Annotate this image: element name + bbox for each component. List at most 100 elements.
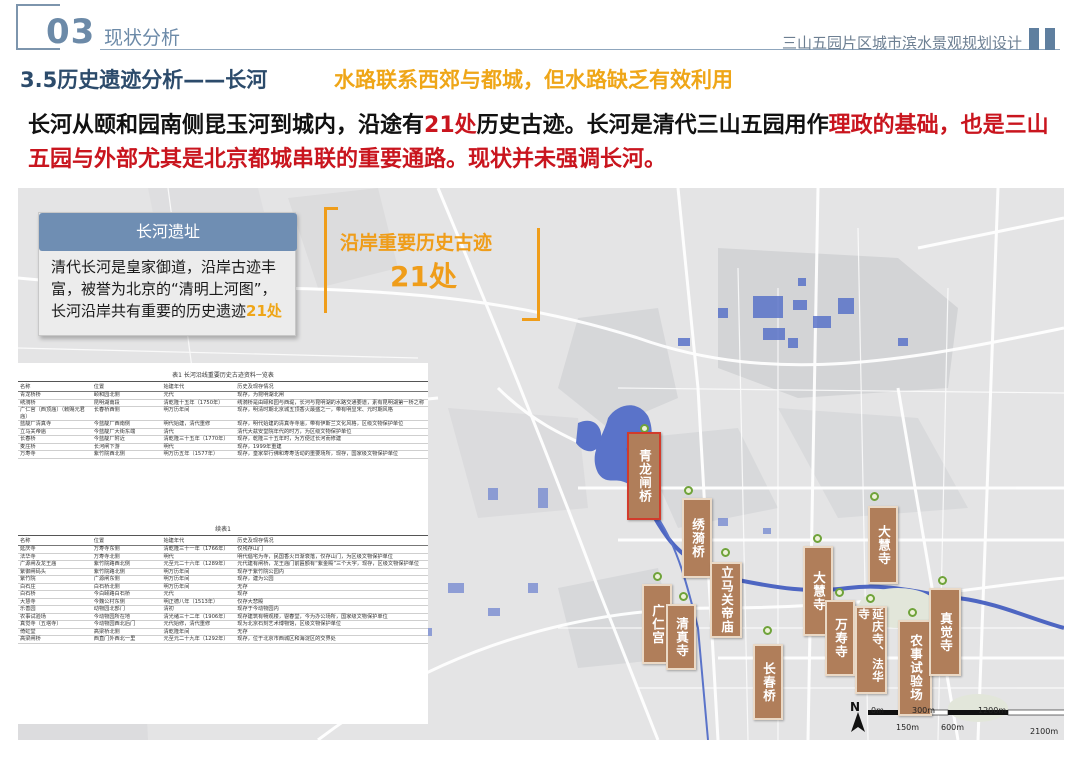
intro-text: 长河从颐和园南侧昆玉河到城内，沿途有: [28, 113, 425, 138]
site-label[interactable]: 青龙闸桥: [627, 432, 661, 520]
callout-bracket-left: [324, 207, 338, 313]
site-label-text: 农事试验场: [908, 634, 923, 702]
scale-label: 300m: [912, 706, 936, 715]
table-cell: 麦庄桥: [18, 443, 92, 451]
table-cell: 明代倡宅为寺，民国香火日渐衰落，仅存山门，为区级文物保护单位: [235, 553, 428, 561]
table-cell: 乐善园: [18, 605, 92, 614]
scale-label: 0m: [871, 706, 884, 715]
site-label-text: 真觉寺: [938, 611, 953, 653]
table-2: 续表1 名称 位置 始建年代 历史及现存情况 延庆寺 万寿寺东侧 清乾隆三十一年（1…: [18, 519, 428, 724]
table-header: 历史及现存情况: [235, 535, 428, 546]
table-cell: 绣漪桥: [18, 399, 92, 407]
table-cell: 清代: [161, 428, 236, 436]
table-cell: 现存，为昆明湖北闸: [235, 391, 428, 400]
site-label[interactable]: 真觉寺: [929, 588, 961, 676]
table-cell: 立马关帝庙: [18, 428, 92, 436]
table-cell: 明代: [161, 553, 236, 561]
table-row: 大慧寺 今魏公村东侧 明正德八年（1513年） 仅存大悲殿: [18, 598, 428, 606]
table-cell: 农事试验场: [18, 613, 92, 621]
table-cell: 动物园北部门: [91, 605, 162, 614]
site-label[interactable]: 绣漪桥: [682, 498, 712, 578]
table-row: 广仁宫（西顶庙）（敕赐元君庙） 长春桥西侧 明万历年间 现存，明清时期北京城五顶香火最…: [18, 406, 428, 421]
site-label-text: 万寿寺: [833, 617, 848, 659]
header-bar-decoration: [1029, 28, 1039, 50]
table-cell: 今白颐路白石桥: [91, 590, 162, 599]
table-cell: 青龙桥桥: [18, 391, 92, 400]
site-label-text: 清真寺: [674, 616, 689, 658]
table-cell: 清初: [161, 605, 236, 614]
site-label[interactable]: 立马关帝庙: [710, 562, 742, 638]
page-subtitle: 水路联系西郊与都城，但水路缺乏有效利用: [334, 68, 733, 92]
table-header: 历史及现存情况: [235, 381, 428, 392]
table-row: 蓝靛厂清真寺 今蓝靛厂西南侧 明代始建，清代重修 现存，明代始建的清真寺寺庙，带有伊斯…: [18, 420, 428, 429]
site-label-text: 长春桥: [761, 661, 776, 703]
table-row: 绣漪桥 昆明湖南段 清乾隆十五年（1750年） 绣漪桥是由颐和园与西堤，长河与昆明湖的…: [18, 399, 428, 407]
table-cell: 今蓝靛厂西南侧: [91, 420, 162, 429]
site-label-text: 广仁宫: [650, 603, 665, 645]
table-cell: 现存于今动物园内: [235, 605, 428, 614]
table-header: 始建年代: [161, 381, 236, 392]
site-label[interactable]: 清真寺: [666, 604, 696, 670]
table-row: 立马关帝庙 今蓝靛厂大街东端 清代 清代大兹安堂院年代的时方，为区级文物保护单位: [18, 428, 428, 436]
compass-arrow-icon: [851, 712, 865, 732]
table-cell: 明代始建，清代重修: [161, 420, 236, 429]
table-cell: 现存，1999年重建: [235, 443, 428, 451]
table-cell: 元代始修，清代重修: [161, 620, 236, 629]
table-cell: 昆明湖南段: [91, 399, 162, 407]
site-label[interactable]: 延庆寺、法华寺: [855, 606, 887, 694]
table-cell: 元代: [161, 391, 236, 400]
table-cell: 白石桥北侧: [91, 583, 162, 591]
table-row: 农事试验场 今动物园所在地 清光绪三十二年（1906年） 现存建筑有畅观楼，鬯春堂，今…: [18, 613, 428, 621]
site-marker-dot: [938, 576, 947, 585]
table-2-caption: 续表1: [215, 526, 231, 533]
table-cell: 清乾隆年间: [161, 628, 236, 636]
site-label[interactable]: 农事试验场: [898, 620, 932, 716]
table-cell: 今魏公村东侧: [91, 598, 162, 606]
site-label[interactable]: 万寿寺: [825, 600, 855, 676]
table-row: 紫御闸码头 紫竹院路北侧 明万历年间 现存于紫竹院公园内: [18, 568, 428, 576]
table-cell: 紫竹院西北侧: [91, 450, 162, 459]
table-cell: 现存，皇家举行佛和寿寿活动的重要场所，现存，国家级文物保护单位: [235, 450, 428, 459]
site-label[interactable]: 长春桥: [753, 644, 783, 720]
section-number: 03: [46, 12, 96, 52]
table-cell: 现为北京石刻艺术博物馆，区级文物保护单位: [235, 620, 428, 629]
table-cell: 清乾隆十五年（1750年）: [161, 399, 236, 407]
callout-bracket-right: [522, 228, 540, 321]
table-row: 高梁闸桥 西直门外西北一里 元至元二十九年（1292年） 现存，位于北京市西城区和海淀…: [18, 635, 428, 644]
table-row: 长春桥 今蓝靛厂附近 清乾隆三十五年（1770年） 现存，乾隆三十五年时，为方便过长河…: [18, 435, 428, 444]
table-cell: 今动物园所在地: [91, 613, 162, 621]
table-cell: 蓝靛厂清真寺: [18, 420, 92, 429]
info-card-title: 长河遗址: [39, 213, 297, 251]
table-cell: 清代大兹安堂院年代的时方，为区级文物保护单位: [235, 428, 428, 436]
table-cell: 广源闸东侧: [91, 575, 162, 584]
project-title: 三山五园片区城市滨水景观规划设计: [781, 34, 1022, 52]
table-cell: 延庆寺: [18, 545, 92, 554]
site-label[interactable]: 大慧寺: [868, 506, 898, 584]
table-cell: 紫竹院路西北侧: [91, 560, 162, 569]
table-cell: 现存于紫竹院公园内: [235, 568, 428, 576]
info-card-count: 21处: [246, 302, 282, 320]
table-cell: 现存建筑有畅观楼，鬯春堂，今为办公场所，国家级文物保护单位: [235, 613, 428, 621]
table-cell: 紫竹院: [18, 575, 92, 584]
site-label-text: 立马关帝庙: [719, 566, 734, 634]
table-cell: 绣漪桥是由颐和园与西堤，长河与昆明湖的水路交通要道，素有昆明湖第一桥之称: [235, 399, 428, 407]
table-cell: 万寿寺北侧: [91, 553, 162, 561]
table-cell: 紫竹院路北侧: [91, 568, 162, 576]
table-cell: 现存: [235, 590, 428, 599]
table-header: 名称: [18, 535, 92, 546]
table-row: 乐善园 动物园北部门 清初 现存于今动物园内: [18, 605, 428, 614]
site-label-text: 青龙闸桥: [637, 449, 652, 503]
table-header: 始建年代: [161, 535, 236, 546]
table-row: 真觉寺（五塔寺） 今动物园西北后门 元代始修，清代重修 现为北京石刻艺术博物馆，区级文…: [18, 620, 428, 629]
table-header: 位置: [91, 535, 162, 546]
section-header-title: 现状分析: [104, 27, 181, 49]
table-row: 青龙桥桥 颐和园北侧 元代 现存，为昆明湖北闸: [18, 391, 428, 400]
table-cell: 今动物园西北后门: [91, 620, 162, 629]
table-cell: 今蓝靛厂大街东端: [91, 428, 162, 436]
info-card: 长河遗址 清代长河是皇家御道，沿岸古迹丰富，被誉为北京的“清明上河图”，长河沿岸…: [38, 212, 297, 336]
table-header: 位置: [91, 381, 162, 392]
table-1-grid: 名称 位置 始建年代 历史及现存情况 青龙桥桥 颐和园北侧 元代 现存，为昆明湖北闸绣…: [18, 381, 428, 459]
site-marker-dot: [908, 608, 917, 617]
site-marker-dot: [679, 592, 688, 601]
site-marker-dot: [721, 548, 730, 557]
